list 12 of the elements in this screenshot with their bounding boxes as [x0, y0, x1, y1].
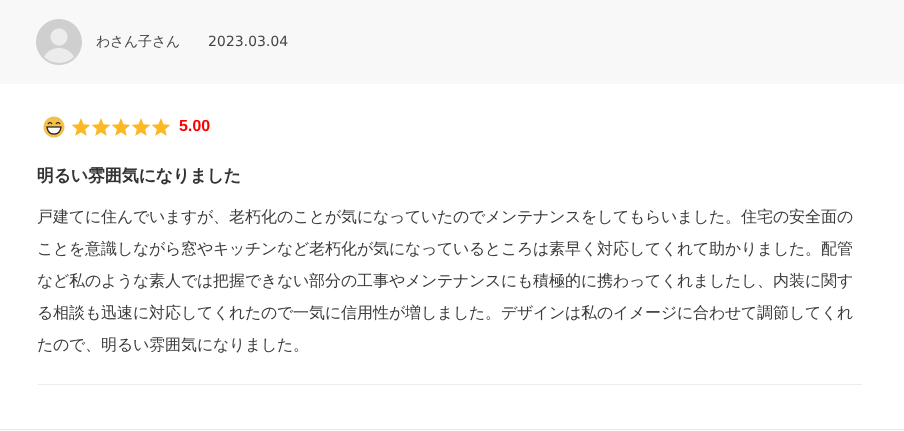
review-text: 戸建てに住んでいますが、老朽化のことが気になっていたのでメンテナンスをしてもらいました。住宅の安全面のことを意識しながら窓やキッチンなど老朽化が気になっているところは素早く対応してくれて助かりました。配管など私のような素人では把握できない部分の工事やメンテナンスにも積極的に携わってくれましたし、内装に関する相談も迅速に対応してくれたので一気に信用性が増しました。デザインは私のイメージに合わせて調節してくれたので、明るい雰囲気になりました。 [37, 206, 854, 356]
review-title: 明るい雰囲気になりました [37, 165, 242, 187]
rating-score: 5.00 [179, 118, 210, 136]
star-icon [111, 118, 131, 136]
avatar-icon [36, 19, 82, 65]
star-icon [71, 118, 91, 136]
star-icon [91, 118, 111, 136]
laughing-face-icon [43, 116, 65, 138]
reviewer-name: わさん子さん [96, 33, 180, 51]
star-icon [151, 118, 171, 136]
review-date: 2023.03.04 [208, 34, 288, 50]
star-icon [131, 118, 151, 136]
